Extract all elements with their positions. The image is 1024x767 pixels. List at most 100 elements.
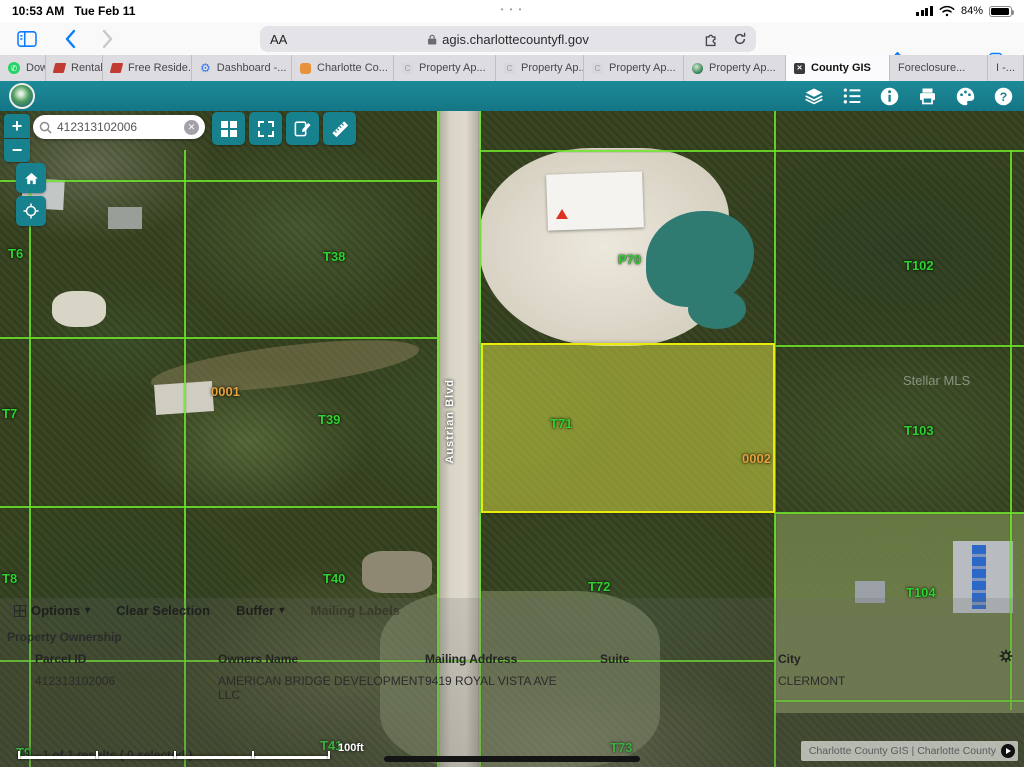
chevron-down-icon: ▾ [279, 605, 284, 616]
parcel-search-box[interactable]: ✕ [33, 115, 205, 139]
reload-icon[interactable] [732, 31, 748, 47]
terrain-pond-lobe [688, 289, 746, 329]
tab-foreclosure[interactable]: Foreclosure... [890, 55, 988, 81]
forward-button[interactable] [102, 29, 114, 49]
terrain-sand-patch [52, 291, 106, 327]
measure-ruler-icon [330, 119, 350, 139]
tab-county-gis[interactable]: ✕County GIS [786, 55, 890, 81]
buffer-button[interactable]: Buffer ▾ [236, 603, 284, 618]
buffer-label: Buffer [236, 603, 274, 618]
scale-tick [252, 751, 254, 759]
parcel-gridline [0, 180, 437, 182]
tab-dashboard[interactable]: ⚙Dashboard -... [192, 55, 292, 81]
tab-property-ap-3[interactable]: CProperty Ap... [584, 55, 684, 81]
signal-bar [925, 8, 928, 16]
marquee-select-icon [258, 121, 274, 137]
letter-c-icon: C [504, 63, 515, 74]
my-location-button[interactable] [16, 196, 46, 226]
parcel-label: T7 [2, 406, 17, 421]
tab-property-ownership[interactable]: Property Ownership [7, 630, 122, 644]
search-input[interactable] [57, 120, 179, 134]
search-icon [39, 121, 52, 134]
back-button[interactable] [64, 29, 76, 49]
layers-icon[interactable] [803, 86, 825, 106]
parcel-label: T71 [550, 416, 572, 431]
tab-rental[interactable]: Rental [46, 55, 103, 81]
legend-icon[interactable] [842, 86, 862, 106]
scale-tick [96, 751, 98, 759]
building-shed [108, 207, 142, 229]
column-header[interactable]: Suite [600, 652, 778, 674]
parcel-label: T8 [2, 571, 17, 586]
selected-parcel-highlight[interactable] [481, 343, 775, 513]
select-area-tool-button[interactable] [249, 112, 282, 145]
tab-charlotte-co[interactable]: Charlotte Co... [292, 55, 394, 81]
column-header[interactable]: Owners Name [218, 652, 425, 674]
parcel-label: T39 [318, 412, 340, 427]
home-indicator[interactable] [384, 756, 640, 762]
svg-text:?: ? [1000, 89, 1007, 103]
tab-label: Rental [71, 62, 103, 74]
parcel-number-label: 0002 [742, 451, 771, 466]
grid-icon [221, 121, 237, 137]
clear-search-icon[interactable]: ✕ [184, 120, 199, 135]
text-size-button[interactable]: AA [270, 32, 287, 47]
mailing-labels-button[interactable]: Mailing Labels [310, 603, 400, 618]
scale-tick [328, 751, 330, 759]
browser-toolbar: AA agis.charlottecountyfl.gov + [0, 22, 1024, 55]
basemap-grid-tool-button[interactable] [212, 112, 245, 145]
clock: 10:53 AM [12, 4, 64, 18]
column-header[interactable]: Mailing Address [425, 652, 600, 674]
redfin-icon [53, 63, 66, 73]
suite-cell [600, 674, 778, 702]
column-header[interactable]: City [778, 652, 978, 674]
sidebar-icon[interactable] [16, 30, 38, 48]
options-label: Options [31, 603, 80, 618]
home-extent-button[interactable] [16, 163, 46, 193]
wifi-icon [939, 5, 955, 17]
letter-c-icon: C [592, 63, 603, 74]
whatsapp-icon: ✆ [8, 62, 20, 74]
parcel-label: T102 [904, 258, 934, 273]
zoom-in-button[interactable]: + [4, 114, 30, 138]
annotate-tool-button[interactable] [286, 112, 319, 145]
battery-nub [1012, 10, 1014, 15]
tab-dow[interactable]: ✆ Dow [0, 55, 46, 81]
info-icon[interactable] [879, 86, 900, 107]
address-bar[interactable]: AA agis.charlottecountyfl.gov [260, 26, 756, 52]
signal-bar [921, 10, 924, 16]
measure-tool-button[interactable] [323, 112, 356, 145]
tab-free-reside[interactable]: Free Reside... [103, 55, 192, 81]
gear-icon [998, 648, 1014, 664]
zoom-out-button[interactable]: − [4, 139, 30, 162]
parcel-gridline [479, 150, 1024, 152]
tab-property-ap-2[interactable]: C Property Ap... [496, 55, 584, 81]
map-canvas[interactable]: T6 T38 P70 T102 T7 T39 T71 T103 0001 000… [0, 111, 1024, 767]
scale-tick [18, 751, 20, 759]
print-icon[interactable] [917, 86, 938, 106]
extensions-icon[interactable] [703, 31, 720, 48]
tab-bar: ✆ Dow Rental Free Reside... ⚙Dashboard -.… [0, 55, 1024, 81]
tab-label: Property Ap... [521, 62, 584, 74]
table-settings-button[interactable] [998, 648, 1014, 664]
tab-label: Free Reside... [128, 62, 192, 74]
cellular-signal-icon [916, 6, 933, 16]
column-header[interactable]: Parcel ID [35, 652, 218, 674]
palette-icon[interactable] [955, 86, 976, 107]
parcel-label: T103 [904, 423, 934, 438]
tab-label: Dow [26, 62, 46, 74]
tab-label: Charlotte Co... [317, 62, 388, 74]
attribution-toggle-icon[interactable] [1001, 744, 1015, 758]
clear-selection-button[interactable]: Clear Selection [116, 603, 210, 618]
options-button[interactable]: Options▾ [14, 603, 90, 618]
table-grid-icon [14, 605, 26, 617]
screen: 10:53 AM Tue Feb 11 • • • 84% AA agis.ch… [0, 0, 1024, 767]
help-icon[interactable]: ? [993, 86, 1014, 107]
parcel-id-link[interactable]: 412313102006 [35, 674, 218, 702]
results-count: 1 - 1 of 1 results ( 0 selected ) [25, 748, 192, 762]
lock-icon [427, 33, 437, 46]
tab-property-ap-4[interactable]: Property Ap... [684, 55, 786, 81]
tab-last[interactable]: I -... [988, 55, 1024, 81]
tab-property-ap-1[interactable]: CProperty Ap... [394, 55, 496, 81]
parcel-label: T38 [323, 249, 345, 264]
